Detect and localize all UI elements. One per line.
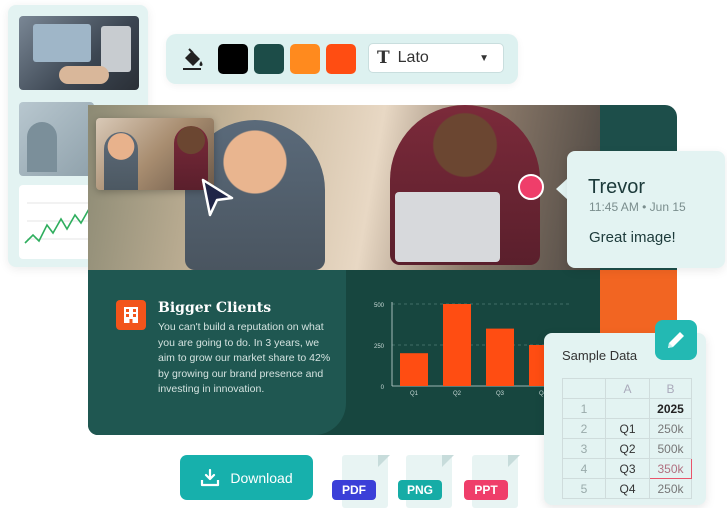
row-number: 4 [562,458,606,479]
table-cell[interactable]: Q1 [605,418,650,439]
table-row: 3 Q2 500k [562,438,692,459]
team-photo-thumbnail[interactable] [96,118,214,190]
table-cell[interactable]: Q3 [605,458,650,479]
comment-text: Great image! [589,229,676,246]
download-label: Download [230,469,293,486]
table-corner-cell [562,378,606,399]
y-tick-label: 0 [381,385,385,391]
laptop-photo-thumbnail[interactable] [19,16,139,90]
row-number: 5 [562,478,606,499]
edit-data-button[interactable] [655,320,697,360]
x-tick-label: Q2 [453,391,462,397]
building-icon [116,300,146,330]
slide-paragraph: You can't build a reputation on what you… [158,321,331,395]
table-cell[interactable]: 500k [649,438,692,459]
pdf-format-badge[interactable]: PDF [332,480,376,500]
column-header[interactable]: B [649,378,692,399]
color-swatch-orange[interactable] [290,44,320,74]
bar [443,304,471,386]
ppt-format-badge[interactable]: PPT [464,480,508,500]
font-family-value: Lato [397,49,429,66]
row-number: 1 [562,398,606,419]
comment-marker[interactable] [518,174,544,200]
download-button[interactable]: Download [180,455,313,500]
selected-table-cell[interactable]: 350k [649,458,692,479]
table-cell[interactable] [605,398,650,419]
png-format-badge[interactable]: PNG [398,480,442,500]
bar [486,328,514,386]
paint-bucket-icon[interactable] [180,46,206,72]
pencil-icon [668,332,684,348]
sample-data-table: A B 1 2025 2 Q1 250k 3 Q2 500k 4 Q3 350k… [562,378,692,499]
color-swatch-red-orange[interactable] [326,44,356,74]
table-header-row: A B [562,378,692,399]
column-header[interactable]: A [605,378,650,399]
text-T-icon: T [377,48,390,68]
photo-laptop [395,192,500,262]
bar-chart: 0250500Q1 Q2 Q3 Q4 [374,302,572,397]
x-tick-label: Q1 [410,391,419,397]
color-swatch-black[interactable] [218,44,248,74]
color-swatch-dark-teal[interactable] [254,44,284,74]
cursor-pointer-icon [201,178,234,217]
table-cell[interactable]: 250k [649,418,692,439]
office-photo-thumbnail[interactable] [19,102,94,176]
bar [400,353,428,386]
download-icon [201,468,220,486]
y-tick-label: 250 [374,344,385,350]
slide-heading: Bigger Clients [158,300,272,316]
table-cell[interactable]: 2025 [649,398,692,419]
table-row: 1 2025 [562,398,692,419]
x-tick-label: Q3 [496,391,505,397]
comment-timestamp: 11:45 AM • Jun 15 [589,200,686,214]
font-family-dropdown[interactable]: T Lato ▼ [368,43,504,73]
row-number: 2 [562,418,606,439]
row-number: 3 [562,438,606,459]
table-row: 4 Q3 350k [562,458,692,479]
y-tick-label: 500 [374,303,385,309]
chevron-down-icon: ▼ [479,52,489,64]
table-cell[interactable]: Q4 [605,478,650,499]
table-cell[interactable]: Q2 [605,438,650,459]
table-row: 5 Q4 250k [562,478,692,499]
sample-data-title: Sample Data [562,348,638,363]
table-cell[interactable]: 250k [649,478,692,499]
table-row: 2 Q1 250k [562,418,692,439]
comment-author: Trevor [588,176,646,198]
